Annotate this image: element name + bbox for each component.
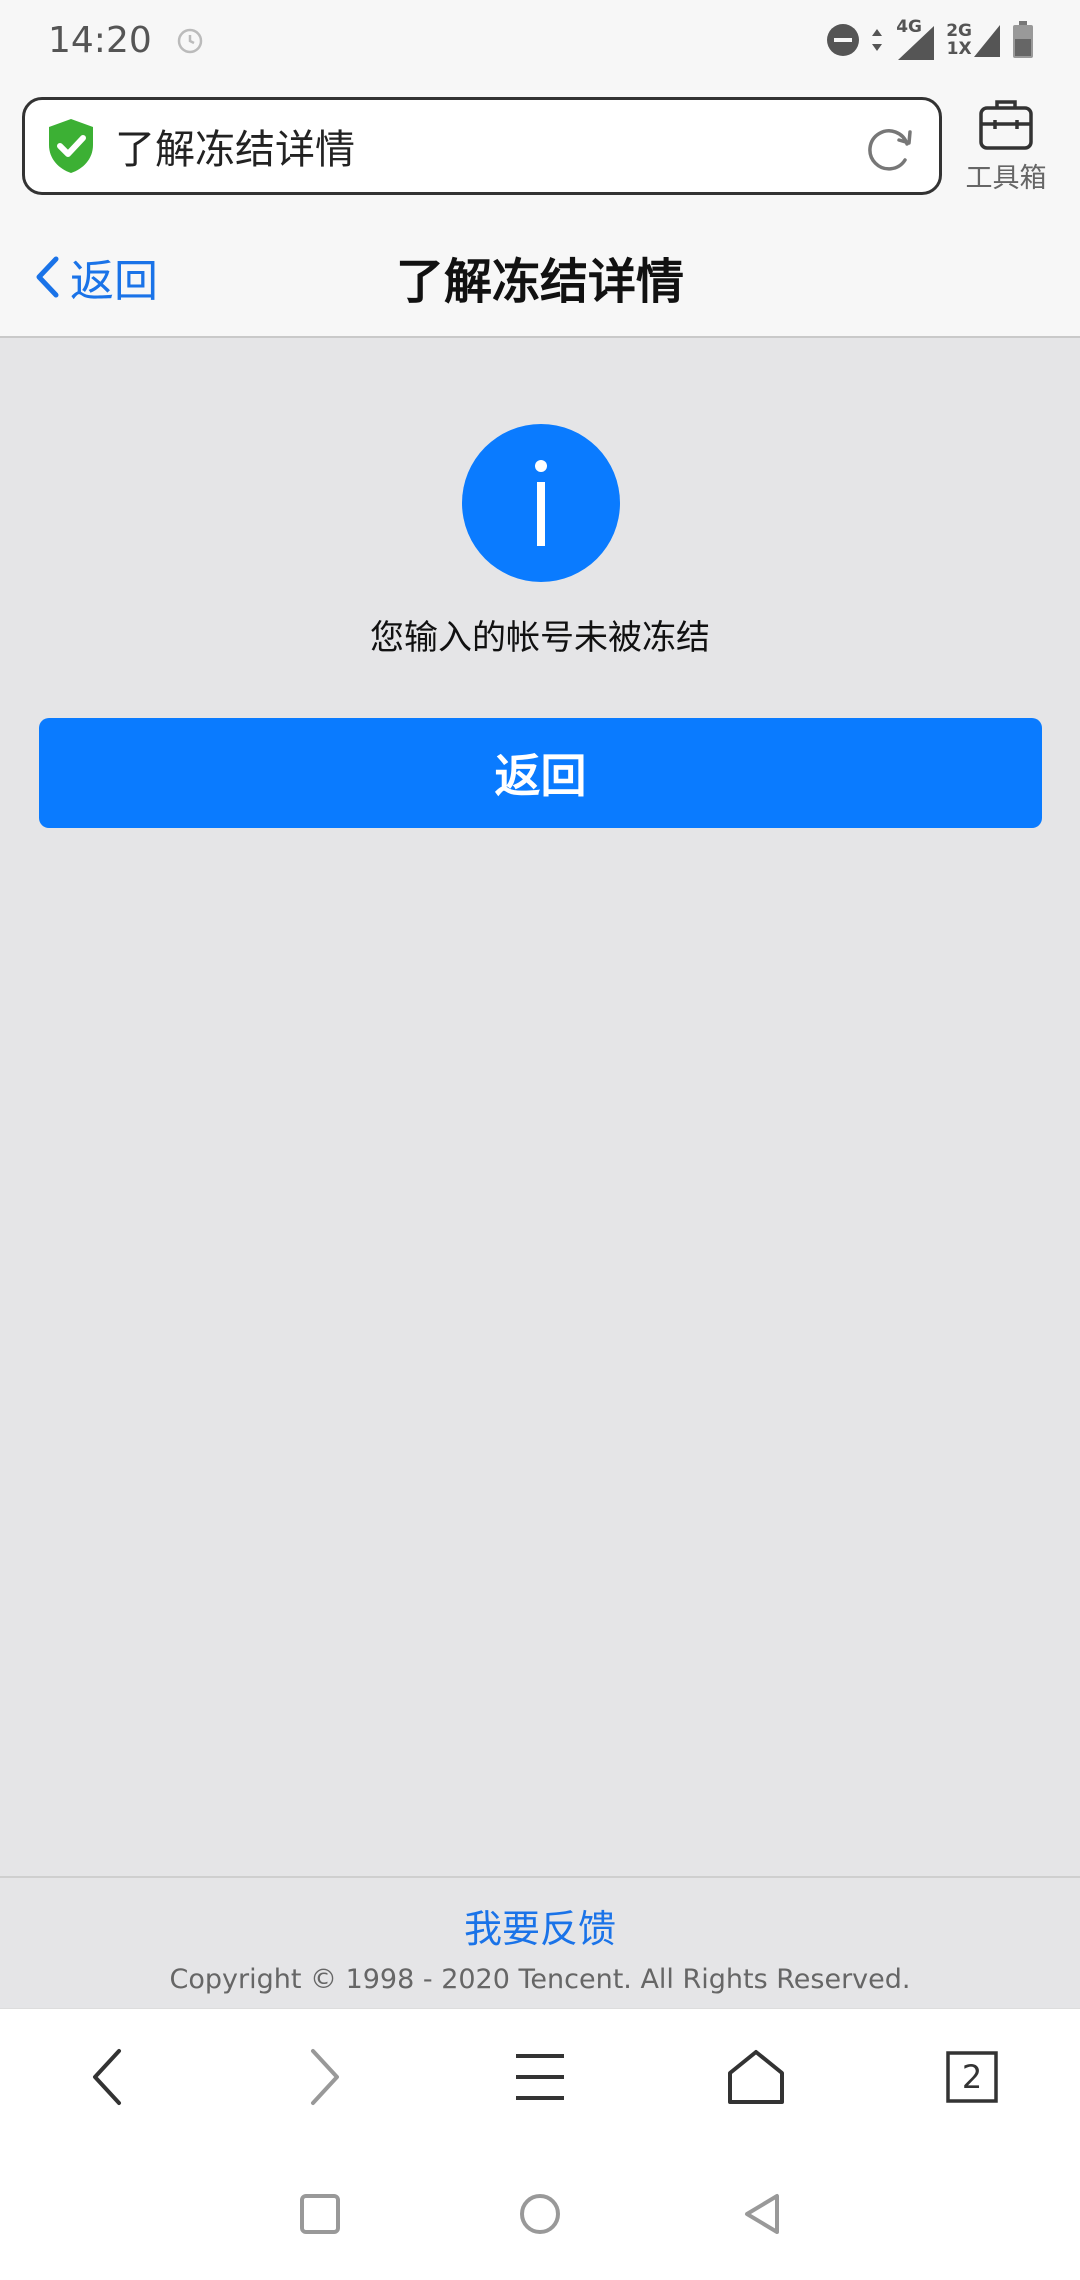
signal-icon	[898, 26, 935, 60]
triangle-back-icon	[745, 2194, 779, 2234]
status-time: 14:20	[48, 19, 152, 61]
browser-menu-button[interactable]	[500, 2037, 580, 2117]
recent-apps-button[interactable]	[292, 2186, 348, 2242]
battery-icon	[1013, 21, 1033, 58]
square-icon	[300, 2194, 340, 2234]
url-box[interactable]: 了解冻结详情	[22, 97, 942, 195]
browser-tabs-button[interactable]: 2	[932, 2037, 1012, 2117]
back-system-button[interactable]	[734, 2186, 790, 2242]
back-link[interactable]: 返回	[34, 244, 158, 310]
page-header: 了解冻结详情 返回	[0, 216, 1080, 338]
system-nav-bar	[0, 2150, 1080, 2280]
url-text: 了解冻结详情	[115, 127, 355, 173]
home-icon	[728, 2050, 784, 2104]
chevron-left-icon	[36, 256, 59, 298]
status-bar: 14:20 4G 2G 1X	[0, 0, 1080, 80]
return-button[interactable]: 返回	[39, 718, 1042, 828]
main-content: 您输入的帐号未被冻结 返回	[0, 338, 1080, 1878]
menu-icon	[516, 2054, 564, 2100]
tab-count: 2	[961, 2058, 983, 2096]
network-2g-labels: 2G 1X	[946, 22, 972, 58]
screen: 14:20 4G 2G 1X 了解冻结详情 工具箱 了解冻结详情 返回 您输入的…	[0, 0, 1080, 2280]
home-system-button[interactable]	[512, 2186, 568, 2242]
browser-forward-button[interactable]	[285, 2037, 365, 2117]
browser-back-button[interactable]	[67, 2037, 147, 2117]
copyright-text: Copyright © 1998 - 2020 Tencent. All Rig…	[169, 1964, 911, 1995]
browser-home-button[interactable]	[716, 2037, 796, 2117]
feedback-link-label: 我要反馈	[463, 1907, 616, 1951]
status-message: 您输入的帐号未被冻结	[370, 618, 710, 658]
toolbox-button[interactable]: 工具箱	[954, 96, 1058, 206]
back-link-label: 返回	[70, 256, 158, 307]
status-icons: 4G 2G 1X	[826, 18, 1034, 60]
tabs-icon: 2	[946, 2051, 998, 2103]
circle-icon	[520, 2194, 560, 2234]
do-not-disturb-icon	[827, 24, 860, 56]
page-title: 了解冻结详情	[395, 254, 684, 310]
browser-address-bar: 了解冻结详情 工具箱	[0, 80, 1080, 216]
info-icon	[462, 424, 620, 582]
network-1x-label: 1X	[946, 39, 972, 59]
signal-secondary-icon	[974, 25, 1000, 57]
toolbox-label: 工具箱	[965, 163, 1047, 194]
refresh-icon[interactable]	[863, 122, 917, 176]
feedback-link[interactable]: 我要反馈	[0, 1898, 1080, 1953]
browser-toolbar: 2	[0, 2008, 1080, 2150]
toolbox-icon	[979, 100, 1033, 150]
signal-2g: 2G 1X	[946, 22, 1002, 58]
shield-check-icon	[49, 119, 93, 173]
data-arrows-icon	[872, 29, 883, 51]
arrow-left-icon	[93, 2049, 121, 2105]
page-footer: 我要反馈 Copyright © 1998 - 2020 Tencent. Al…	[0, 1876, 1080, 2008]
alarm-icon	[177, 28, 202, 54]
network-2g-label: 2G	[946, 21, 972, 41]
signal-4g: 4G	[894, 18, 936, 60]
arrow-right-icon	[311, 2049, 339, 2105]
